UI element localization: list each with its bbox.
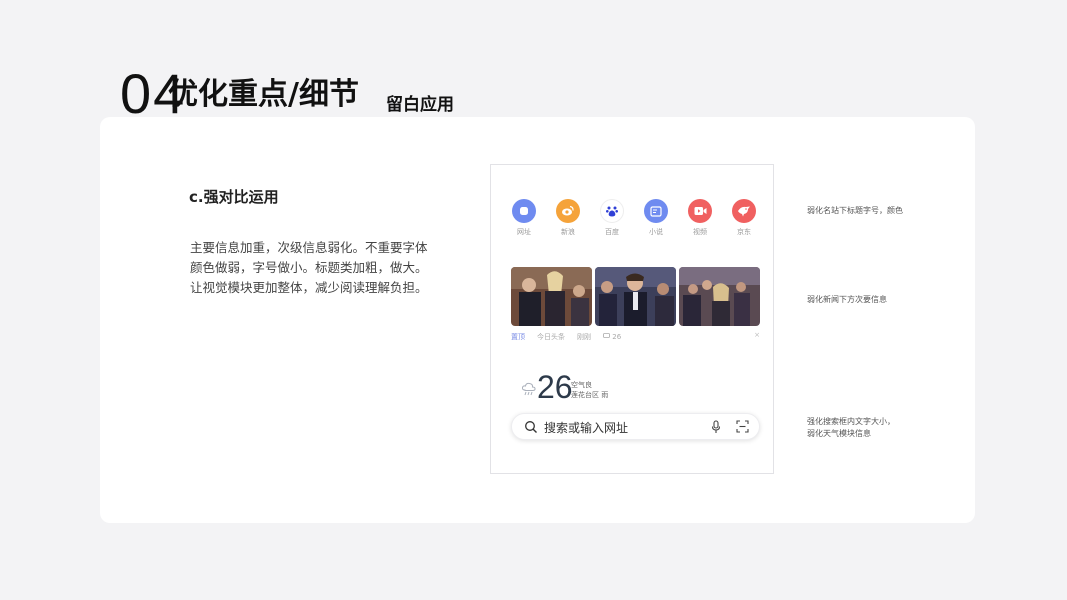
search-icon (525, 421, 537, 433)
news-photo[interactable] (679, 267, 760, 326)
weather-location: 莲花台区 雨 (571, 391, 609, 399)
annotation-shortcuts: 弱化名站下标题字号，颜色 (807, 205, 903, 217)
comment-count-value: 26 (612, 333, 622, 341)
annotation-line: 弱化天气模块信息 (807, 429, 871, 438)
phone-mockup: 网址 新浪 百度 小说 视频 京东 置顶 今日头条 刚刚 26 × 26 空气良… (490, 164, 774, 474)
scan-icon[interactable] (736, 420, 749, 433)
news-source: 今日头条 (537, 333, 565, 341)
shortcut-label: 网址 (517, 228, 531, 236)
news-meta: 置顶 今日头条 刚刚 26 × (511, 331, 760, 343)
news-photo[interactable] (511, 267, 592, 326)
pin-tag: 置顶 (511, 333, 525, 341)
shortcut-label: 视频 (693, 228, 707, 236)
shortcut-label: 小说 (649, 228, 663, 236)
annotation-search: 强化搜索框内文字大小， 弱化天气模块信息 (807, 416, 895, 440)
shortcut-label: 京东 (737, 228, 751, 236)
news-photo[interactable] (595, 267, 676, 326)
url-icon (512, 199, 536, 223)
page-title: 优化重点/细节 (168, 77, 359, 112)
sina-icon (556, 199, 580, 223)
temperature: 26 (537, 369, 573, 405)
jd-icon (732, 199, 756, 223)
annotation-line: 弱化新闻下方次要信息 (807, 295, 887, 304)
section-title: c.强对比运用 (189, 188, 279, 206)
shortcut-url[interactable]: 网址 (509, 199, 539, 237)
air-quality: 空气良 (571, 381, 592, 389)
description-line: 让视觉模块更加整体，减少阅读理解负担。 (190, 280, 428, 295)
comment-icon (603, 333, 610, 338)
shortcut-video[interactable]: 视频 (685, 199, 715, 237)
shortcut-jd[interactable]: 京东 (729, 199, 759, 237)
video-icon (688, 199, 712, 223)
baidu-icon (600, 199, 624, 223)
shortcut-label: 百度 (605, 228, 619, 236)
news-photo-row[interactable] (511, 267, 760, 326)
cloud-rain-icon (521, 381, 537, 400)
description-line: 主要信息加重，次级信息弱化。不重要字体 (190, 240, 428, 255)
news-time: 刚刚 (577, 333, 591, 341)
close-icon[interactable]: × (754, 331, 760, 339)
shortcut-sina[interactable]: 新浪 (553, 199, 583, 237)
shortcut-label: 新浪 (561, 228, 575, 236)
description-line: 颜色做弱，字号做小。标题类加粗，做大。 (190, 260, 428, 275)
shortcut-row: 网址 新浪 百度 小说 视频 京东 (509, 199, 759, 237)
comment-count: 26 (603, 333, 633, 341)
shortcut-novel[interactable]: 小说 (641, 199, 671, 237)
search-input[interactable]: 搜索或输入网址 (544, 419, 628, 436)
shortcut-baidu[interactable]: 百度 (597, 199, 627, 237)
novel-icon (644, 199, 668, 223)
page-subtitle: 留白应用 (386, 95, 454, 115)
annotation-line: 弱化名站下标题字号，颜色 (807, 206, 903, 215)
annotation-line: 强化搜索框内文字大小， (807, 417, 895, 426)
search-bar[interactable]: 搜索或输入网址 (511, 413, 760, 440)
description: 主要信息加重，次级信息弱化。不重要字体 颜色做弱，字号做小。标题类加粗，做大。 … (190, 238, 450, 298)
annotation-news: 弱化新闻下方次要信息 (807, 294, 887, 306)
microphone-icon[interactable] (711, 420, 721, 434)
